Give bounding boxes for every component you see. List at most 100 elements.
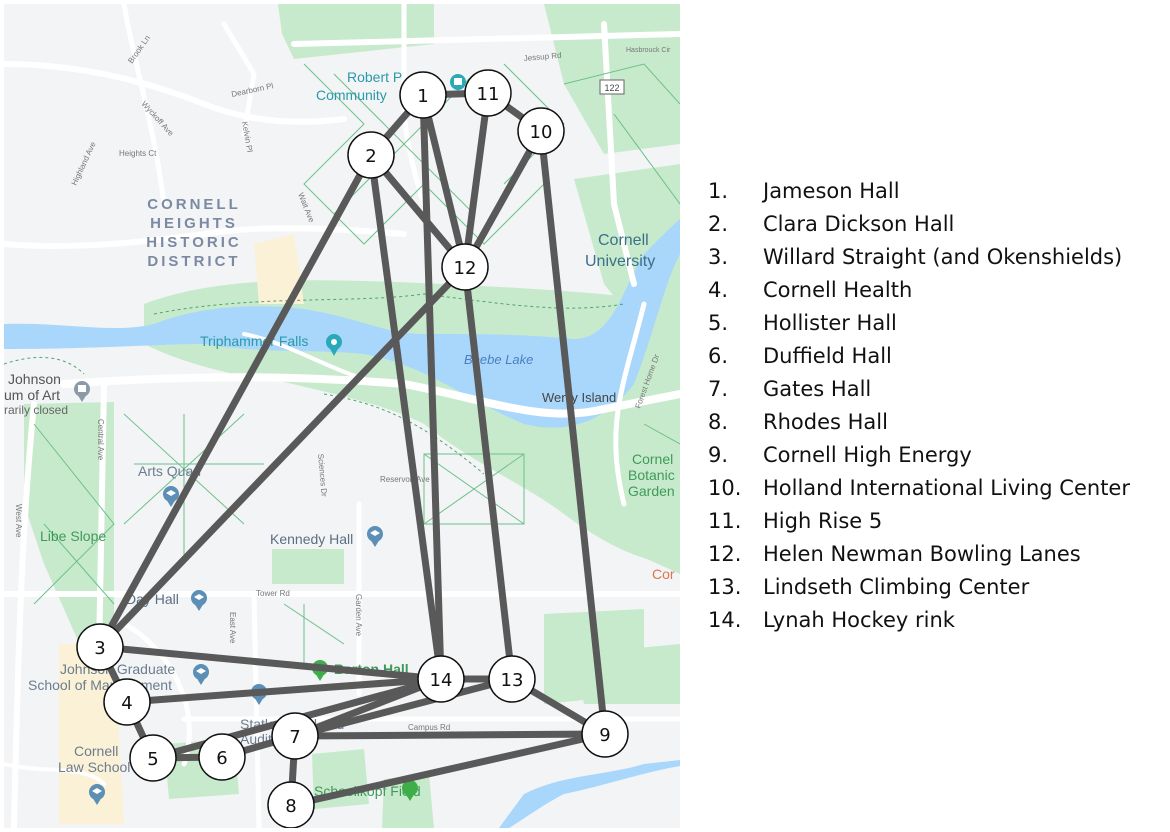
legend-item: 11. High Rise 5 xyxy=(708,506,1130,539)
legend-number: 8. xyxy=(708,410,729,434)
robert-purcell-label-2: Community xyxy=(316,87,387,103)
legend-item: 10. Holland International Living Center xyxy=(708,473,1130,506)
heights-ct-label: Heights Ct xyxy=(119,149,157,158)
cornell-university-label-1: Cornell xyxy=(598,232,649,249)
node-label: 11 xyxy=(477,84,500,105)
node-11: 11 xyxy=(464,69,512,117)
botanic-garden-label-2: Botanic xyxy=(628,467,675,483)
legend-item: 2. Clara Dickson Hall xyxy=(708,209,1130,242)
legend-label: Hollister Hall xyxy=(763,311,897,335)
wait-ave-label: Wait Ave xyxy=(296,191,316,224)
legend-item: 13. Lindseth Climbing Center xyxy=(708,572,1130,605)
legend-label: Lindseth Climbing Center xyxy=(763,575,1030,599)
legend-number: 6. xyxy=(708,344,729,368)
botanic-garden-label-3: Garden xyxy=(628,483,675,499)
johnson-graduate-label-2: School of Management xyxy=(28,677,172,693)
law-school-label-2: Law School xyxy=(58,759,130,775)
legend-label: Rhodes Hall xyxy=(763,410,888,434)
node-4: 4 xyxy=(103,678,151,726)
node-3: 3 xyxy=(76,623,124,671)
legend-label: Jameson Hall xyxy=(763,179,900,203)
school-pin-icon xyxy=(367,526,383,547)
node-12: 12 xyxy=(441,243,489,291)
node-label: 4 xyxy=(121,693,132,714)
legend-label: Duffield Hall xyxy=(763,344,892,368)
legend-label: Cornell Health xyxy=(763,278,913,302)
node-label: 12 xyxy=(454,258,477,279)
garden-ave-label: Garden Ave xyxy=(354,594,363,637)
museum-pin-icon xyxy=(74,381,90,402)
legend-number: 2. xyxy=(708,212,729,236)
legend-number: 11. xyxy=(708,509,742,533)
node-label: 1 xyxy=(417,86,428,107)
law-school-label-1: Cornell xyxy=(74,743,118,759)
node-6: 6 xyxy=(198,733,246,781)
edge-7-9 xyxy=(294,730,606,740)
district-line-4: DISTRICT xyxy=(147,253,240,270)
libe-slope-label: Libe Slope xyxy=(40,528,106,544)
legend-number: 14. xyxy=(708,608,742,632)
sciences-dr-label: Sciences Dr xyxy=(316,453,329,497)
johnson-museum-label-3: rarily closed xyxy=(4,403,68,417)
botanic-garden-label-1: Cornel xyxy=(632,451,673,467)
node-label: 14 xyxy=(430,670,453,691)
node-14: 14 xyxy=(417,655,465,703)
node-1: 1 xyxy=(399,71,447,119)
node-label: 5 xyxy=(147,749,158,770)
legend-item: 6. Duffield Hall xyxy=(708,341,1130,374)
cornell-university-label-2: University xyxy=(585,253,655,270)
johnson-museum-label-2: um of Art xyxy=(4,387,60,403)
legend-item: 7. Gates Hall xyxy=(708,374,1130,407)
hasbrouck-label: Hasbrouck Cir xyxy=(626,47,671,54)
legend-number: 13. xyxy=(708,575,742,599)
kennedy-hall-label: Kennedy Hall xyxy=(270,531,353,547)
node-label: 6 xyxy=(216,748,227,769)
legend-label: Gates Hall xyxy=(763,377,872,401)
legend-item: 9. Cornell High Energy xyxy=(708,440,1130,473)
legend-item: 4. Cornell Health xyxy=(708,275,1130,308)
school-pin-icon xyxy=(191,590,207,611)
node-10: 10 xyxy=(517,107,565,155)
west-ave-label: West Ave xyxy=(14,504,23,538)
highland-ave-label: Highland Ave xyxy=(70,140,98,187)
tower-rd-label: Tower Rd xyxy=(256,589,290,598)
district-line-3: HISTORIC xyxy=(146,234,241,251)
node-label: 2 xyxy=(365,146,376,167)
legend-number: 1. xyxy=(708,179,729,203)
legend-number: 7. xyxy=(708,377,729,401)
central-ave-label: Central Ave xyxy=(96,419,105,461)
node-8: 8 xyxy=(267,781,315,828)
johnson-museum-label-1: Johnson xyxy=(8,371,61,387)
legend-number: 3. xyxy=(708,245,729,269)
legend-label: Clara Dickson Hall xyxy=(763,212,955,236)
location-legend: 1. Jameson Hall 2. Clara Dickson Hall 3. Wi… xyxy=(708,176,1130,638)
district-line-2: HEIGHTS xyxy=(150,215,238,232)
legend-number: 4. xyxy=(708,278,729,302)
node-9: 9 xyxy=(581,710,629,758)
map-canvas: CORNELL HEIGHTS HISTORIC DISTRICT Robert… xyxy=(4,4,680,828)
legend-item: 3. Willard Straight (and Okenshields) xyxy=(708,242,1130,275)
legend-number: 9. xyxy=(708,443,729,467)
legend-label: Helen Newman Bowling Lanes xyxy=(763,542,1081,566)
school-pin-icon xyxy=(193,664,209,685)
district-line-1: CORNELL xyxy=(147,196,241,213)
legend-item: 1. Jameson Hall xyxy=(708,176,1130,209)
legend-label: High Rise 5 xyxy=(763,509,883,533)
node-5: 5 xyxy=(129,734,177,782)
legend-number: 10. xyxy=(708,476,742,500)
reservoir-ave-label: Reservoir Ave xyxy=(380,475,430,484)
legend-label: Holland International Living Center xyxy=(763,476,1130,500)
legend-label: Lynah Hockey rink xyxy=(763,608,955,632)
node-7: 7 xyxy=(271,712,319,760)
node-label: 13 xyxy=(501,670,524,691)
legend-label: Cornell High Energy xyxy=(763,443,972,467)
legend-label: Willard Straight (and Okenshields) xyxy=(763,245,1123,269)
route-122-label: 122 xyxy=(604,83,619,93)
node-label: 8 xyxy=(285,796,296,817)
legend-item: 5. Hollister Hall xyxy=(708,308,1130,341)
node-13: 13 xyxy=(488,655,536,703)
kelvin-pl-label: Kelvin Pl xyxy=(240,121,254,153)
johnson-graduate-label-1: Johnson Graduate xyxy=(60,661,175,677)
route-122-shield: 122 xyxy=(599,79,625,95)
robert-purcell-label-1: Robert P xyxy=(347,69,402,85)
